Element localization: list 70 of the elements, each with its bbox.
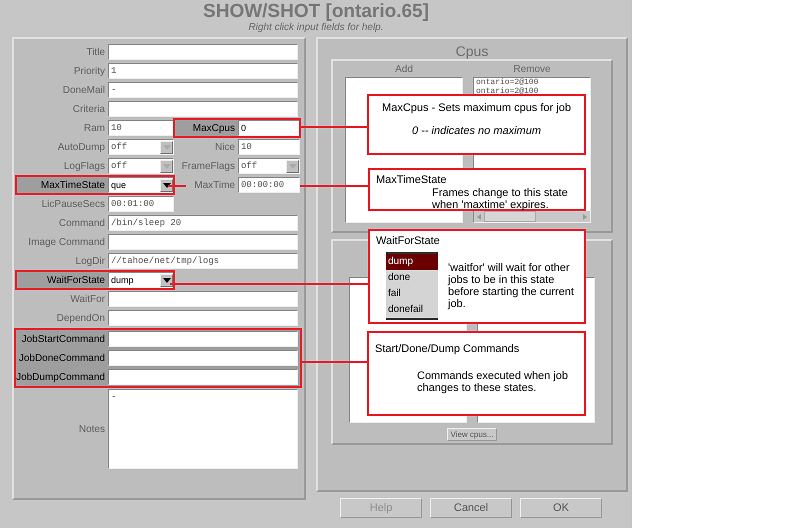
dropdown[interactable]: que xyxy=(108,177,174,193)
tooltip-note: 0 -- indicates no maximum xyxy=(411,125,542,137)
help-hint: Right click input fields for help. xyxy=(248,22,384,34)
input-field[interactable]: 10 xyxy=(238,139,300,155)
field-label: WaitFor xyxy=(69,294,106,304)
input-field[interactable]: 00:01:00 xyxy=(108,196,174,212)
dropdown[interactable]: off xyxy=(108,158,174,174)
tooltip-title: Start/Done/Dump Commands xyxy=(375,343,520,356)
field-label: LogDir xyxy=(74,256,106,266)
input-field[interactable] xyxy=(108,101,298,117)
field-label: Command xyxy=(58,218,106,228)
dialog-button[interactable]: OK xyxy=(520,498,602,518)
tooltip-title: MaxCpus - Sets maximum cpus for job xyxy=(381,102,572,115)
field-label: JobDumpCommand xyxy=(16,372,106,382)
option-item: donefail xyxy=(387,303,424,317)
list-item[interactable]: ontario=2@100 xyxy=(474,78,590,87)
input-field[interactable] xyxy=(108,331,298,347)
view-cpus-button[interactable]: View cpus... xyxy=(446,428,498,441)
dropdown[interactable]: off xyxy=(238,158,300,174)
field-label: Priority xyxy=(72,66,106,76)
option-item: dump xyxy=(386,254,438,270)
input-field[interactable]: //tahoe/net/tmp/logs xyxy=(108,253,298,269)
field-label: MaxCpus xyxy=(192,122,236,134)
input-field[interactable] xyxy=(108,44,298,60)
field-label: Image Command xyxy=(27,236,106,248)
tooltip-title: WaitForState xyxy=(376,235,441,248)
field-label: MaxTime xyxy=(193,180,236,190)
option-item: done xyxy=(387,271,412,285)
field-label: Title xyxy=(85,46,106,58)
field-label: FrameFlags xyxy=(180,160,236,172)
dropdown[interactable]: off xyxy=(108,139,174,155)
leader-line xyxy=(168,185,186,187)
column-heading: Add xyxy=(395,63,413,77)
input-field[interactable]: 10 xyxy=(108,120,174,136)
field-label: LogFlags xyxy=(62,160,106,172)
field-label: JobDoneCommand xyxy=(18,352,106,364)
input-field[interactable] xyxy=(108,291,298,307)
field-label: Notes xyxy=(78,422,106,436)
section-title: Cpus xyxy=(456,43,488,59)
field-label: DoneMail xyxy=(62,84,106,96)
input-field[interactable] xyxy=(108,234,298,250)
option-item: fail xyxy=(387,287,402,301)
input-field[interactable] xyxy=(108,310,298,326)
field-label: MaxTimeState xyxy=(40,180,106,190)
window-title: SHOW/SHOT [ontario.65] xyxy=(203,2,429,22)
input-field[interactable] xyxy=(108,350,298,366)
field-label: Criteria xyxy=(72,104,106,114)
tooltip-text: 'waitfor' will wait for other jobs to be in this state before starting the current job. xyxy=(448,262,575,312)
list-item[interactable]: ontario=2@100 xyxy=(474,87,590,96)
input-field[interactable]: 1 xyxy=(108,63,298,79)
input-field[interactable]: 00:00:00 xyxy=(238,177,300,193)
field-label: JobStartCommand xyxy=(20,334,106,344)
field-label: Nice xyxy=(214,142,236,152)
input-field[interactable]: 0 xyxy=(238,120,300,136)
dropdown[interactable]: dump xyxy=(108,272,174,288)
dialog-button[interactable]: Cancel xyxy=(430,498,512,518)
field-label: AutoDump xyxy=(56,142,106,152)
field-label: Ram xyxy=(82,122,106,134)
column-heading: Remove xyxy=(513,63,551,77)
field-label: DependOn xyxy=(56,312,106,324)
tooltip-text: Frames change to this state when 'maxtime' expires. xyxy=(431,187,569,211)
notes-field[interactable]: - xyxy=(108,389,298,469)
input-field[interactable]: - xyxy=(108,82,298,98)
input-field[interactable] xyxy=(108,369,298,385)
scrollbar[interactable] xyxy=(474,211,590,222)
tooltip-text: Commands executed when job changes to these states. xyxy=(416,370,570,394)
tooltip-title: MaxTimeState xyxy=(376,174,448,187)
input-field[interactable]: /bin/sleep 20 xyxy=(108,215,298,231)
field-label: WaitForState xyxy=(46,274,106,286)
field-label: LicPauseSecs xyxy=(40,198,106,210)
